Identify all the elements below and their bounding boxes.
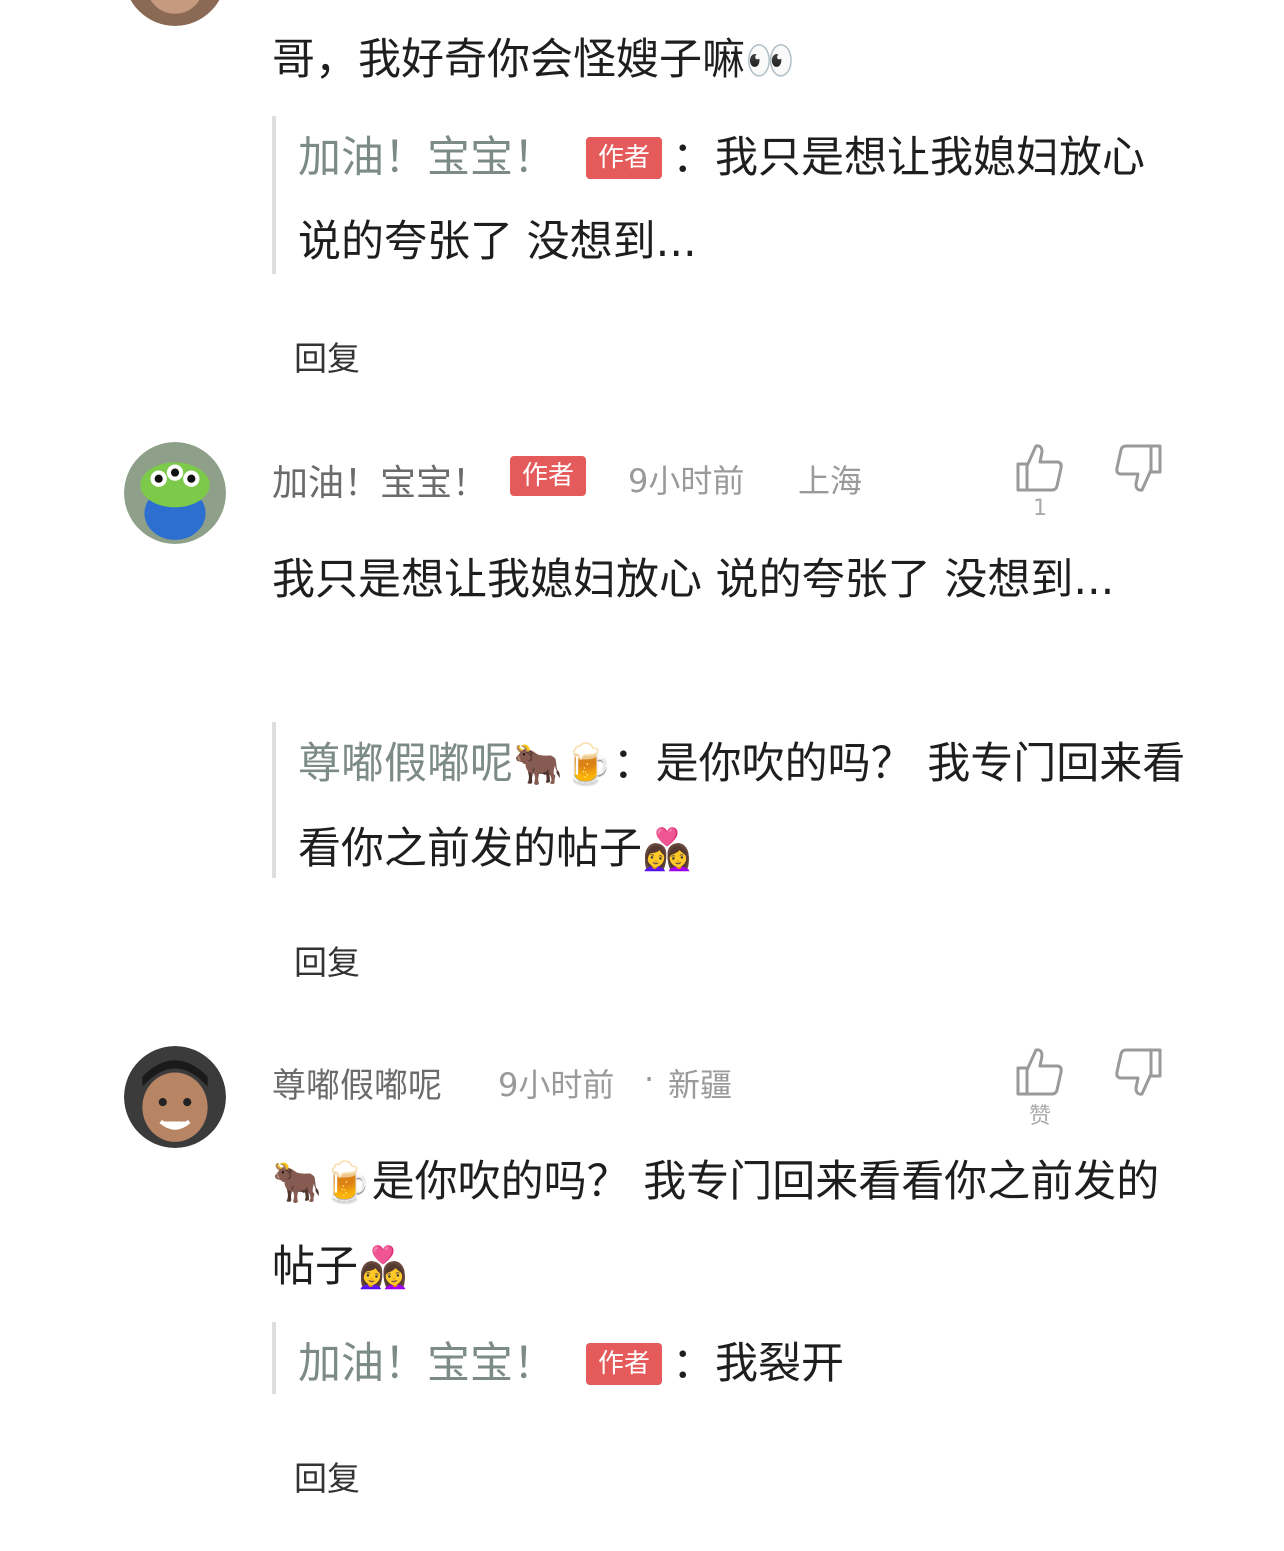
author-badge: 作者 (510, 456, 587, 496)
quoted-reply[interactable]: 加油！宝宝！ 作者 ：我裂开 (272, 1322, 1198, 1394)
comment-text-top: 哥，我好奇你会怪嫂子嘛👀 (272, 35, 795, 85)
comment-text: 我只是想让我媳妇放心 说的夸张了 没想到... (272, 555, 1115, 605)
username[interactable]: 尊嘟假嘟呢 (272, 1058, 442, 1107)
ox-beer-emoji: 🐂🍺 (272, 1160, 372, 1206)
thumbs-up-icon[interactable] (1014, 440, 1066, 496)
comment-text: 🐂🍺是你吹的吗？ 我专门回来看看你之前发的帖子👩‍❤️‍👩 (272, 1157, 1160, 1292)
thumbs-up-icon[interactable] (1014, 1044, 1066, 1100)
avatar-commenter-3[interactable] (124, 1046, 226, 1148)
separator-dot: · (644, 1060, 655, 1098)
avatar-top-partial[interactable] (124, 0, 226, 26)
eyes-emoji: 👀 (745, 38, 795, 84)
quote-text: ：我裂开 (672, 1339, 845, 1389)
username[interactable]: 加油！宝宝！ (272, 454, 488, 506)
quote-author[interactable]: 加油！宝宝！ (298, 1339, 556, 1389)
location: 新疆 (668, 1066, 733, 1104)
avatar-commenter-2[interactable] (124, 442, 226, 544)
reply-button-top[interactable]: 回复 (294, 332, 360, 380)
quoted-reply[interactable]: 尊嘟假嘟呢🐂🍺：是你吹的吗？ 我专门回来看看你之前发的帖子👩‍❤️‍👩 (272, 722, 1198, 878)
quoted-reply-top[interactable]: 加油！宝宝！ 作者 ：我只是想让我媳妇放心 说的夸张了 没想到... (272, 116, 1198, 274)
couple-emoji: 👩‍❤️‍👩 (642, 827, 692, 873)
author-badge: 作者 (586, 1342, 663, 1385)
timestamp: 9小时前 (628, 462, 745, 500)
thumbs-down-icon[interactable] (1112, 440, 1164, 496)
thumbs-down-icon[interactable] (1112, 1044, 1164, 1100)
quote-author[interactable]: 加油！宝宝！ (298, 133, 556, 183)
quote-author[interactable]: 尊嘟假嘟呢 (298, 739, 513, 789)
like-label: 赞 (1028, 1104, 1051, 1129)
couple-emoji: 👩‍❤️‍👩 (358, 1245, 408, 1291)
author-badge: 作者 (586, 136, 663, 179)
reply-button[interactable]: 回复 (294, 1452, 360, 1500)
location: 上海 (798, 462, 863, 500)
ox-beer-emoji: 🐂🍺 (513, 742, 613, 788)
like-count: 1 (1033, 496, 1047, 521)
timestamp: 9小时前 (498, 1066, 615, 1104)
reply-button[interactable]: 回复 (294, 936, 360, 984)
